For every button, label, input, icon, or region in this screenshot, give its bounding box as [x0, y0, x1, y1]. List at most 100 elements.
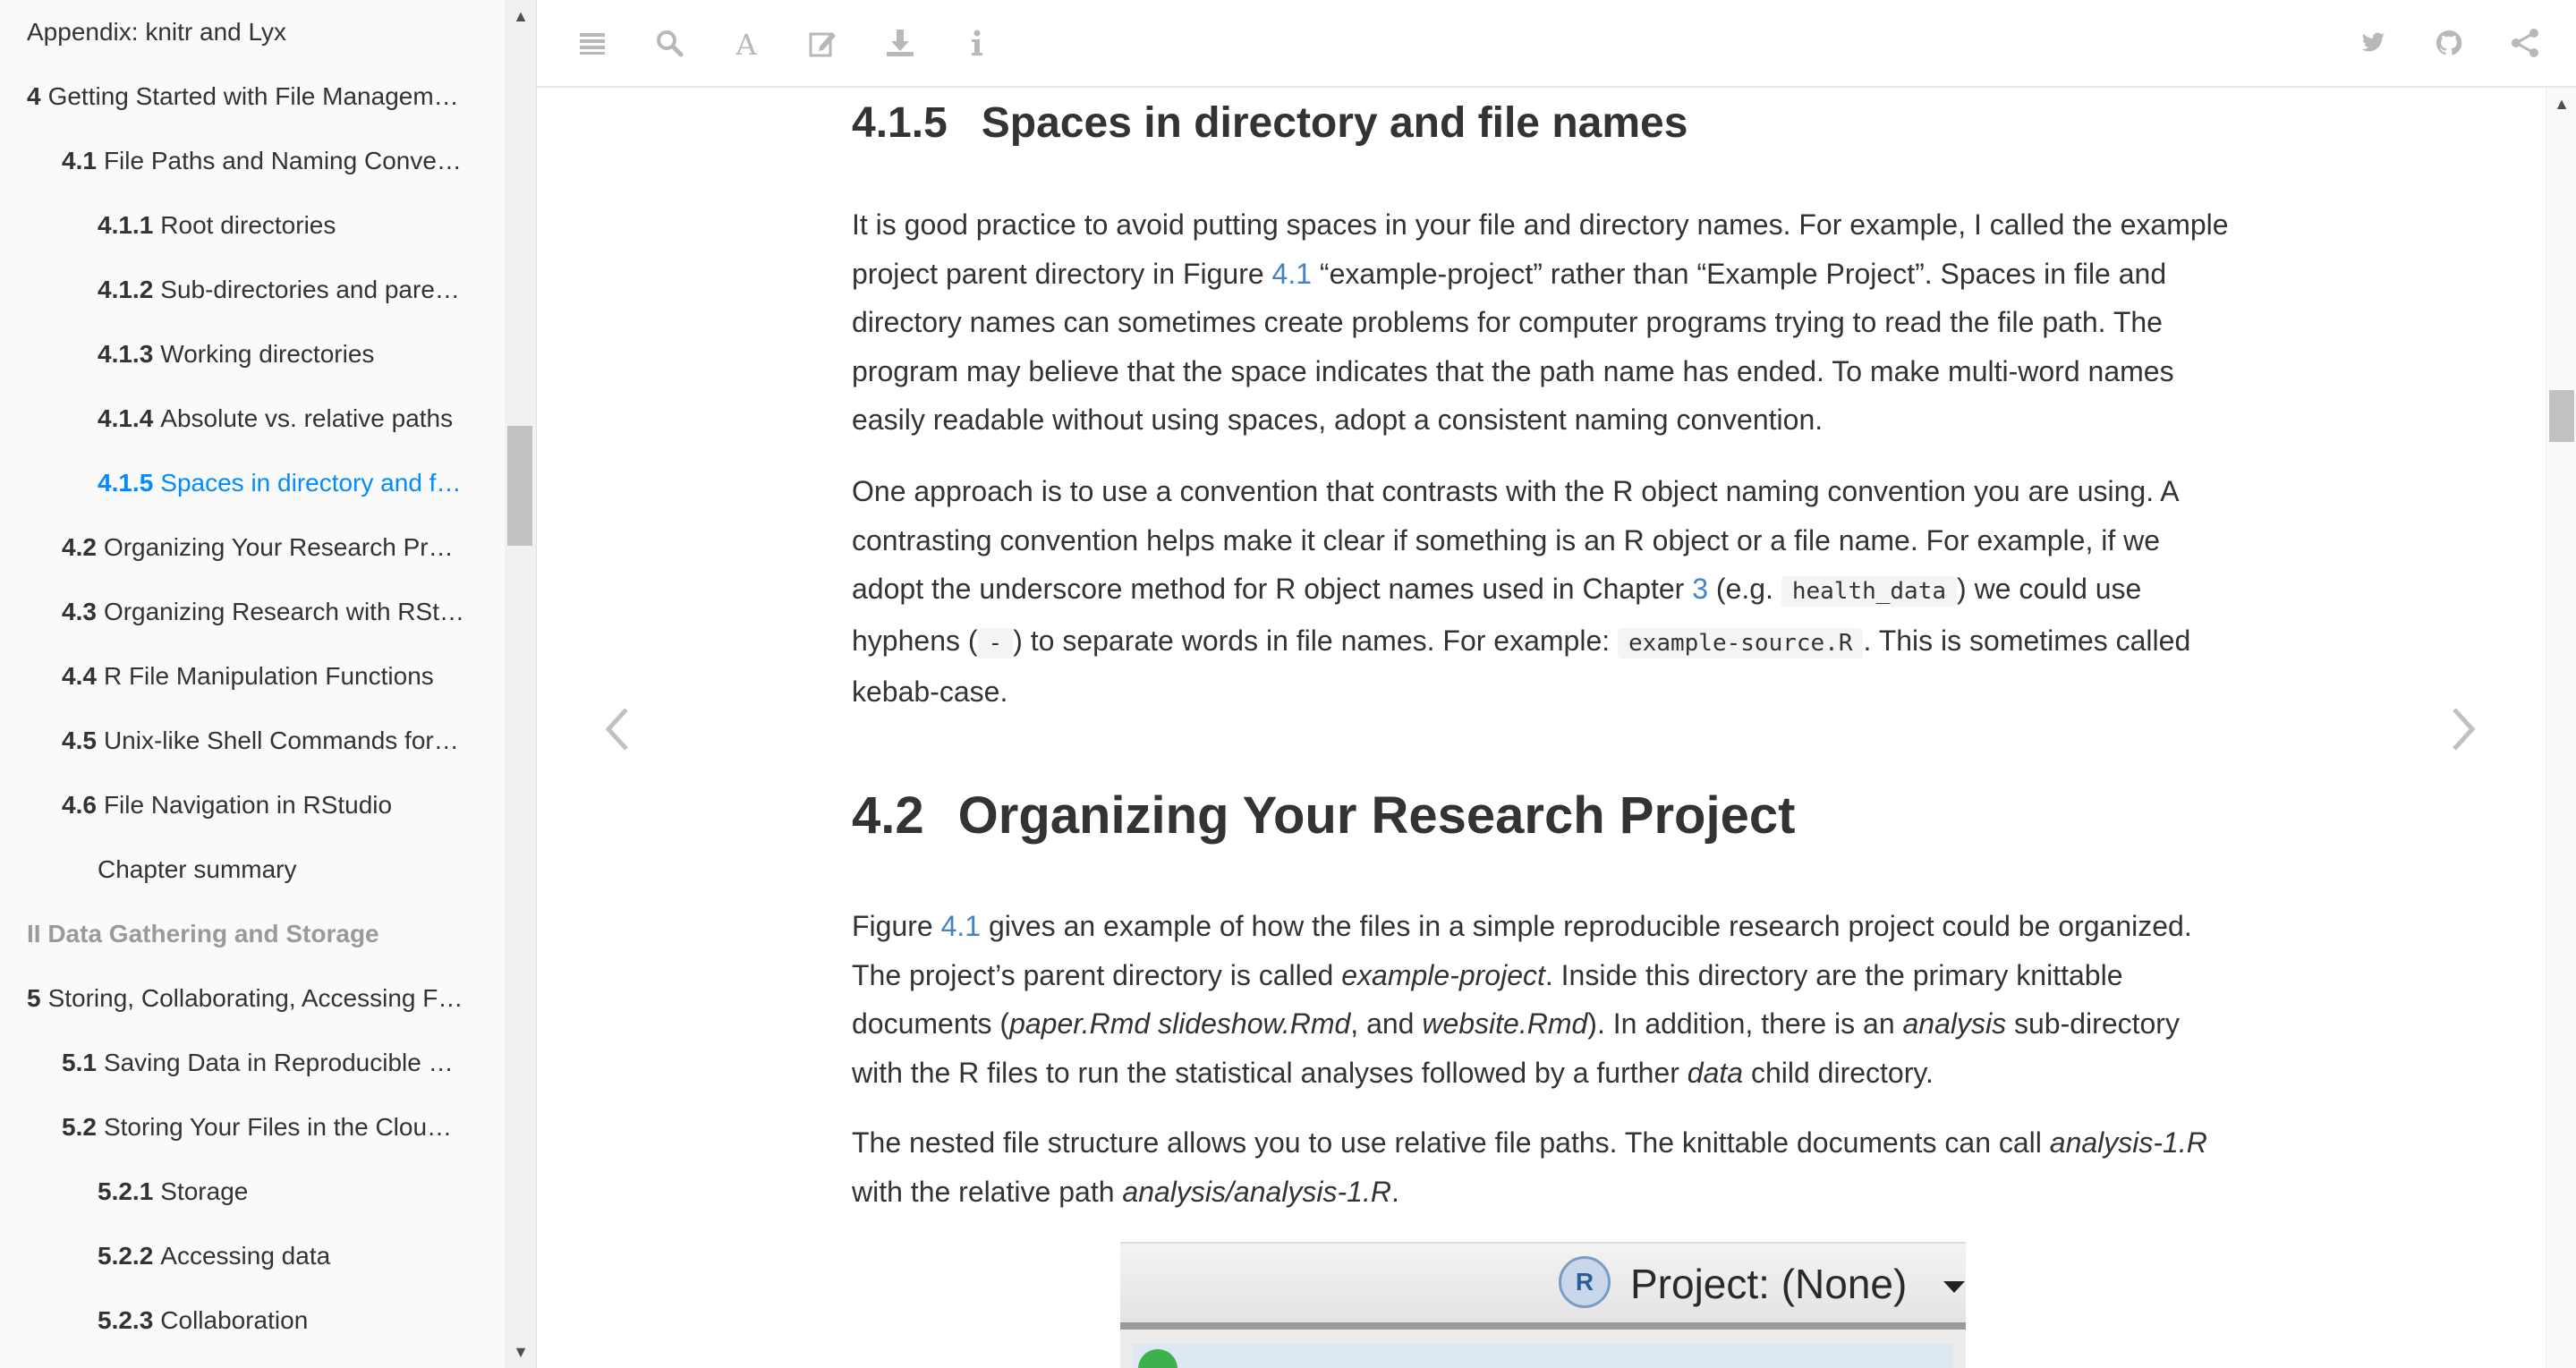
sidebar-item-20[interactable]: 5.2.3 Collaboration [0, 1288, 505, 1353]
sidebar-item-5[interactable]: 4.1.3 Working directories [0, 322, 505, 387]
toc-label: Getting Started with File Managem… [47, 82, 459, 110]
scroll-up-arrow-icon[interactable]: ▲ [505, 0, 537, 32]
github-icon[interactable] [2431, 25, 2467, 61]
scroll-up-arrow-icon[interactable]: ▲ [2546, 88, 2576, 120]
toc-number: 4.1.4 [98, 404, 154, 432]
sidebar-item-6[interactable]: 4.1.4 Absolute vs. relative paths [0, 387, 505, 451]
toc-label: File Paths and Naming Conve… [103, 147, 462, 174]
sidebar-item-18[interactable]: 5.2.1 Storage [0, 1160, 505, 1224]
toc-label: Spaces in directory and f… [160, 469, 462, 497]
inline-code: health_data [1781, 576, 1958, 607]
emphasis: analysis [1902, 1007, 2007, 1040]
sidebar-item-8[interactable]: 4.2 Organizing Your Research Pr… [0, 515, 505, 580]
figure-link[interactable]: 4.1 [1272, 258, 1312, 290]
page-scroll-thumb[interactable] [2549, 390, 2574, 442]
section-title: Spaces in directory and file names [981, 99, 1688, 147]
emphasis: example-project [1341, 958, 1545, 991]
toc-label: Appendix: knitr and Lyx [27, 18, 287, 46]
toc-label: II Data Gathering and Storage [27, 920, 379, 947]
emphasis: data [1687, 1056, 1744, 1089]
twitter-icon[interactable] [2354, 25, 2390, 61]
toc-label: R File Manipulation Functions [103, 662, 434, 690]
toc-number: 4.1.5 [98, 469, 154, 497]
toc-label: Organizing Research with RSt… [103, 598, 464, 625]
figure-link[interactable]: 4.1 [941, 910, 981, 942]
text-run: ). In addition, there is an [1587, 1007, 1903, 1040]
scroll-down-arrow-icon[interactable]: ▼ [505, 1336, 537, 1368]
toc-number: 4.2 [62, 533, 97, 561]
toc-label: Sub-directories and pare… [160, 276, 460, 303]
sidebar-item-7[interactable]: 4.1.5 Spaces in directory and f… [0, 451, 505, 515]
info-icon[interactable] [959, 25, 995, 61]
font-settings-icon[interactable]: A [728, 25, 764, 62]
toc-label: Unix-like Shell Commands for… [103, 726, 459, 754]
inline-code: - [977, 627, 1014, 659]
sidebar-item-2[interactable]: 4.1 File Paths and Naming Conve… [0, 129, 505, 193]
menu-icon[interactable] [574, 25, 610, 61]
sidebar-toc: Appendix: knitr and Lyx 4 Getting Started … [0, 0, 505, 1368]
emphasis: website.Rmd [1422, 1007, 1588, 1040]
toc-label: Working directories [160, 340, 375, 368]
toc-number: 4.4 [62, 662, 97, 690]
toc-label: Storing Your Files in the Clou… [103, 1113, 453, 1141]
emphasis: analysis-1.R [2049, 1126, 2207, 1159]
toc-number: 4.5 [62, 726, 97, 754]
sidebar-item-16[interactable]: 5.1 Saving Data in Reproducible … [0, 1031, 505, 1095]
section-number: 4.2 [852, 786, 924, 845]
toc-label: Organizing Your Research Pr… [103, 533, 454, 561]
sidebar-item-4[interactable]: 4.1.2 Sub-directories and pare… [0, 258, 505, 322]
toc-list: Appendix: knitr and Lyx 4 Getting Started … [0, 0, 505, 1353]
text-run: The nested file structure allows you to … [852, 1126, 2050, 1159]
paragraph-relative-paths: The nested file structure allows you to … [852, 1118, 2230, 1216]
toc-number: 4.3 [62, 598, 97, 625]
sidebar-item-14: II Data Gathering and Storage [0, 902, 505, 966]
text-run: . [1390, 1175, 1399, 1208]
toc-number: 5.2.1 [98, 1177, 154, 1205]
toc-label: Root directories [160, 211, 336, 239]
previous-page-arrow-icon[interactable] [599, 702, 635, 756]
sidebar-item-3[interactable]: 4.1.1 Root directories [0, 193, 505, 258]
sidebar-scroll-thumb[interactable] [507, 426, 532, 546]
figure-rstudio-project-screenshot: R Project: (None) [1120, 1242, 1966, 1368]
book-page: 4.1.5 Spaces in directory and file names … [537, 88, 2546, 1368]
sidebar-item-19[interactable]: 5.2.2 Accessing data [0, 1224, 505, 1288]
section-heading-4-1-5: 4.1.5 Spaces in directory and file names [852, 98, 1688, 148]
sidebar-item-17[interactable]: 5.2 Storing Your Files in the Clou… [0, 1095, 505, 1160]
toc-label: File Navigation in RStudio [103, 791, 393, 819]
sidebar-scrollbar[interactable]: ▲ ▼ [505, 0, 537, 1368]
sidebar-item-12[interactable]: 4.6 File Navigation in RStudio [0, 773, 505, 837]
text-run: , and [1350, 1007, 1423, 1040]
toc-number: 4.1.3 [98, 340, 154, 368]
toc-label: Absolute vs. relative paths [160, 404, 454, 432]
next-page-arrow-icon[interactable] [2445, 702, 2481, 756]
emphasis: analysis/analysis-1.R [1122, 1175, 1391, 1208]
toc-number: 5.2.2 [98, 1242, 154, 1270]
sidebar-item-9[interactable]: 4.3 Organizing Research with RSt… [0, 580, 505, 644]
toc-number: 5.2 [62, 1113, 97, 1141]
sidebar-item-1[interactable]: 4 Getting Started with File Managem… [0, 64, 505, 129]
toc-label: Chapter summary [98, 855, 297, 883]
text-run: (e.g. [1708, 573, 1781, 605]
sidebar-item-0[interactable]: Appendix: knitr and Lyx [0, 0, 505, 64]
toc-label: Storage [160, 1177, 249, 1205]
text-run: Figure [852, 910, 941, 942]
paragraph-organizing-intro: Figure 4.1 gives an example of how the f… [852, 902, 2230, 1097]
chapter-link[interactable]: 3 [1692, 573, 1708, 605]
toc-label: Storing, Collaborating, Accessing F… [47, 984, 463, 1012]
sidebar-item-10[interactable]: 4.4 R File Manipulation Functions [0, 644, 505, 709]
page-scrollbar[interactable]: ▲ [2546, 88, 2576, 1368]
sidebar-item-11[interactable]: 4.5 Unix-like Shell Commands for… [0, 709, 505, 773]
edit-icon[interactable] [805, 25, 841, 61]
toc-label: Saving Data in Reproducible … [103, 1049, 454, 1076]
sidebar-item-13[interactable]: Chapter summary [0, 837, 505, 902]
search-icon[interactable] [651, 25, 687, 61]
share-icon[interactable] [2507, 25, 2543, 61]
paragraph-spaces-intro: It is good practice to avoid putting spa… [852, 200, 2230, 445]
toc-number: 5.2.3 [98, 1306, 154, 1334]
section-number: 4.1.5 [852, 99, 948, 147]
book-toolbar: A [537, 0, 2576, 88]
paragraph-naming-convention: One approach is to use a convention that… [852, 467, 2230, 717]
download-icon[interactable] [882, 25, 918, 61]
sidebar-item-15[interactable]: 5 Storing, Collaborating, Accessing F… [0, 966, 505, 1031]
toc-number: 5.1 [62, 1049, 97, 1076]
